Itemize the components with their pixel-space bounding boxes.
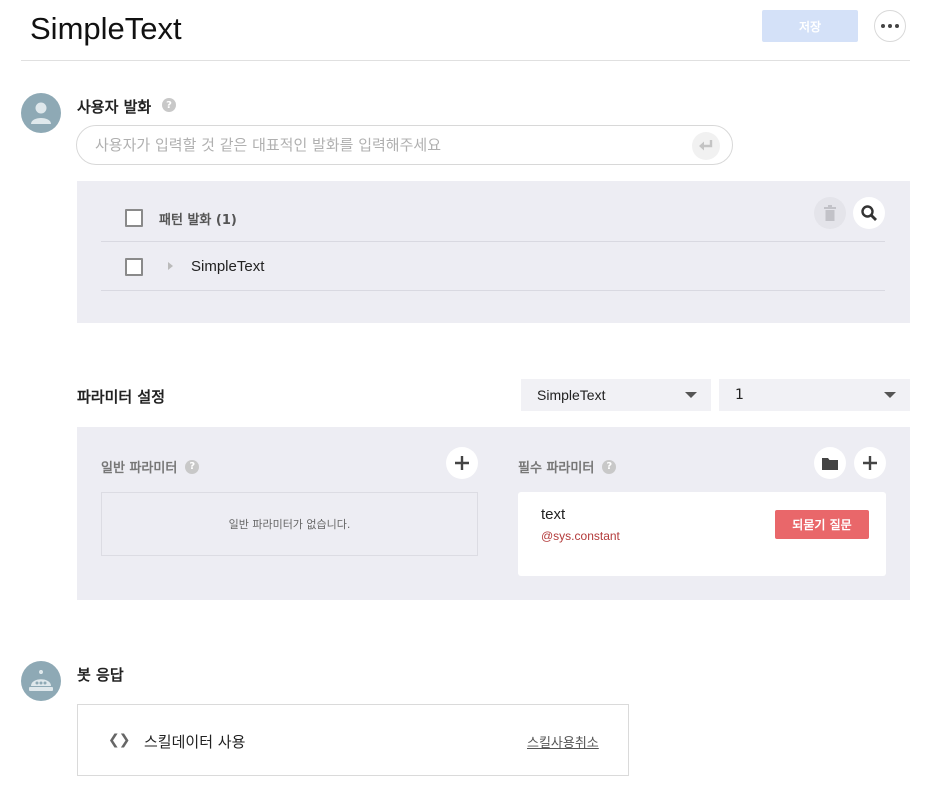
count-select-value: 1 bbox=[735, 387, 744, 403]
search-button[interactable] bbox=[853, 197, 885, 229]
general-parameter-header: 일반 파라미터 ? bbox=[101, 457, 200, 476]
user-utterance-title: 사용자 발화 bbox=[77, 98, 152, 116]
expand-caret-icon[interactable] bbox=[168, 262, 173, 270]
skill-data-card: ❮❯ 스킬데이터 사용 스킬사용취소 bbox=[77, 704, 629, 776]
header-divider bbox=[21, 60, 910, 61]
plus-icon bbox=[863, 456, 877, 470]
skill-data-label: 스킬데이터 사용 bbox=[144, 733, 246, 751]
row-divider bbox=[101, 241, 885, 242]
required-parameter-title: 필수 파라미터 bbox=[518, 461, 595, 476]
count-select[interactable]: 1 bbox=[719, 379, 910, 411]
save-button[interactable]: 저장 bbox=[762, 10, 858, 42]
help-icon[interactable]: ? bbox=[602, 459, 617, 474]
more-options-button[interactable] bbox=[874, 10, 906, 42]
enter-icon bbox=[699, 140, 713, 151]
trash-icon bbox=[824, 205, 836, 221]
required-parameter-card[interactable]: text @sys.constant 되묻기 질문 bbox=[518, 492, 886, 576]
parameter-name: text bbox=[541, 506, 566, 523]
delete-button[interactable] bbox=[814, 197, 846, 229]
help-icon[interactable]: ? bbox=[162, 98, 176, 112]
enter-button[interactable] bbox=[692, 132, 720, 160]
skill-cancel-link[interactable]: 스킬사용취소 bbox=[527, 732, 599, 751]
row-divider bbox=[101, 290, 885, 291]
pattern-utterance-panel: 패턴 발화 (1) SimpleText bbox=[77, 181, 910, 323]
bot-avatar-icon bbox=[21, 661, 61, 701]
reprompt-button[interactable]: 되묻기 질문 bbox=[775, 510, 869, 539]
folder-icon bbox=[822, 457, 838, 470]
chevron-down-icon bbox=[685, 392, 697, 398]
code-brackets-icon: ❮❯ bbox=[108, 732, 130, 748]
parameter-settings-title: 파라미터 설정 bbox=[77, 388, 166, 406]
user-avatar-icon bbox=[21, 93, 61, 133]
general-parameter-title: 일반 파라미터 bbox=[101, 461, 178, 476]
general-parameter-empty: 일반 파라미터가 없습니다. bbox=[101, 492, 478, 556]
plus-icon bbox=[455, 456, 469, 470]
utterance-input[interactable] bbox=[95, 136, 655, 154]
more-dots-icon bbox=[881, 24, 899, 28]
block-select[interactable]: SimpleText bbox=[521, 379, 711, 411]
pattern-header-label: 패턴 발화 (1) bbox=[159, 213, 237, 228]
folder-button[interactable] bbox=[814, 447, 846, 479]
pattern-item-label[interactable]: SimpleText bbox=[191, 258, 264, 275]
add-general-parameter-button[interactable] bbox=[446, 447, 478, 479]
search-icon bbox=[861, 205, 877, 221]
bot-response-title: 봇 응답 bbox=[77, 666, 124, 684]
pattern-item-checkbox[interactable] bbox=[125, 258, 143, 276]
help-icon[interactable]: ? bbox=[185, 459, 200, 474]
chevron-down-icon bbox=[884, 392, 896, 398]
page-title: SimpleText bbox=[30, 11, 182, 46]
select-all-checkbox[interactable] bbox=[125, 209, 143, 227]
add-required-parameter-button[interactable] bbox=[854, 447, 886, 479]
utterance-input-wrapper bbox=[76, 125, 733, 165]
parameter-panel: 일반 파라미터 ? 일반 파라미터가 없습니다. 필수 파라미터 ? text … bbox=[77, 427, 910, 600]
block-select-value: SimpleText bbox=[537, 387, 606, 403]
required-parameter-header: 필수 파라미터 ? bbox=[518, 457, 617, 476]
parameter-entity: @sys.constant bbox=[541, 529, 620, 543]
